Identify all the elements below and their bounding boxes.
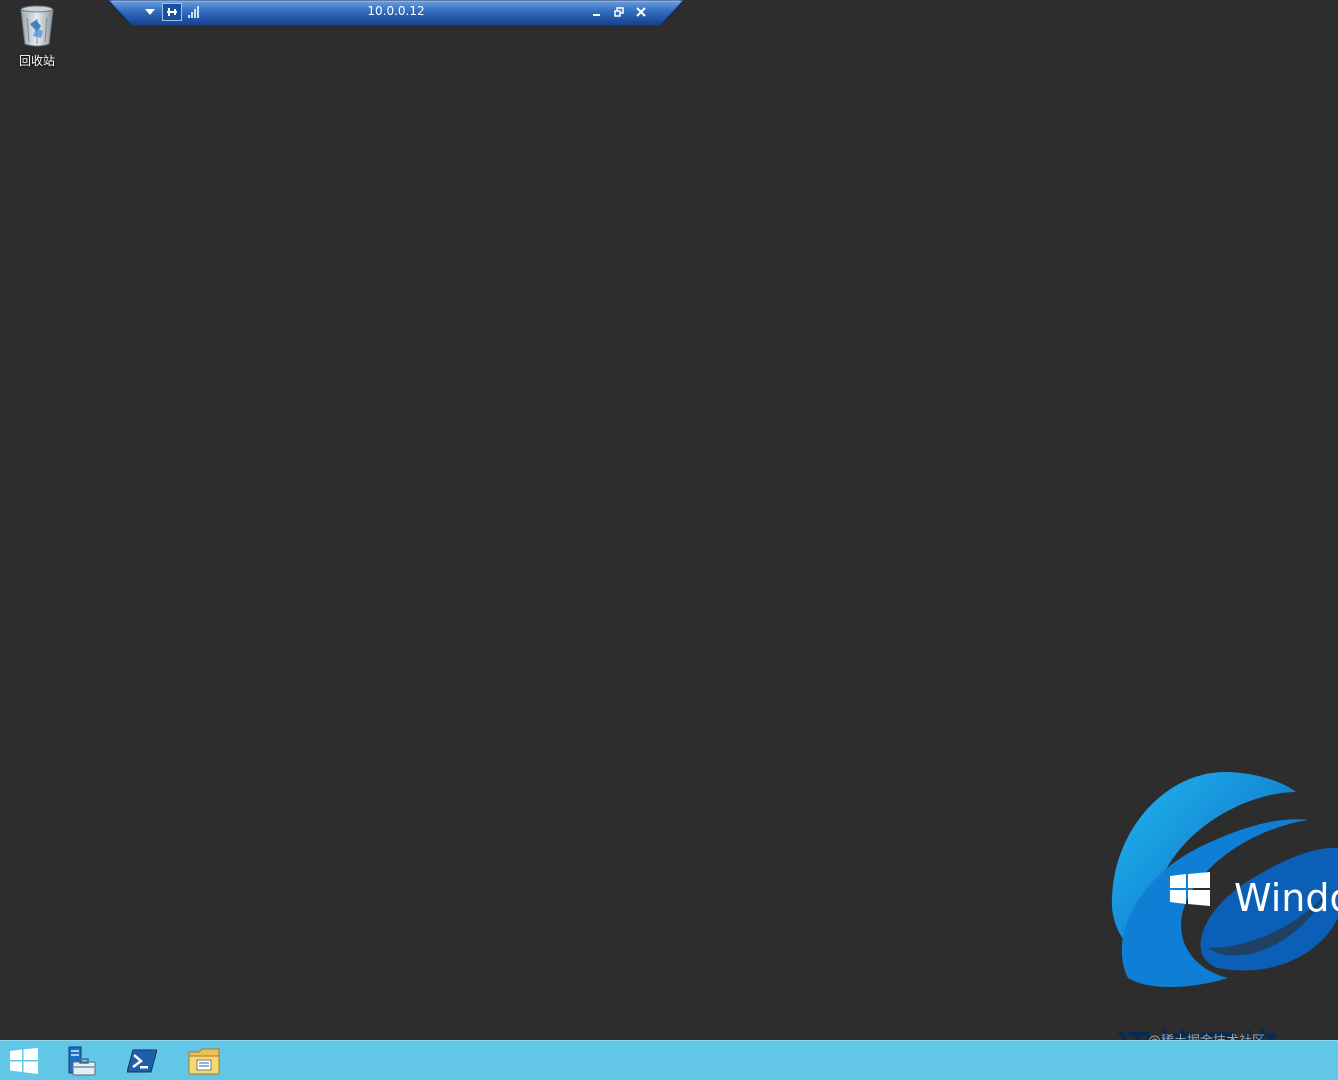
desktop: 回收站 10.0.0.12 Wind xyxy=(0,0,1338,1079)
minimize-icon xyxy=(593,14,600,16)
taskbar xyxy=(0,1040,1338,1080)
connection-quality-indicator[interactable] xyxy=(186,3,202,21)
pin-icon xyxy=(167,8,177,16)
dropdown-arrow-icon xyxy=(145,9,155,15)
taskbar-file-explorer[interactable] xyxy=(180,1042,228,1080)
recycle-bin-icon xyxy=(20,5,54,47)
powershell-icon xyxy=(127,1049,157,1073)
connection-menu-button[interactable] xyxy=(142,3,158,21)
minimize-button[interactable] xyxy=(588,3,606,21)
rdp-host-title: 10.0.0.12 xyxy=(367,4,425,18)
desktop-icon-recycle-bin[interactable]: 回收站 xyxy=(6,4,68,76)
restore-button[interactable] xyxy=(610,3,628,21)
pin-button[interactable] xyxy=(162,3,182,21)
file-explorer-icon xyxy=(188,1048,220,1075)
start-button[interactable] xyxy=(0,1042,48,1080)
rdp-connection-bar: 10.0.0.12 xyxy=(108,0,684,26)
restore-icon xyxy=(614,7,624,17)
windows-logo-text: Windo xyxy=(1234,876,1338,920)
watermark-logo: Windo 迅捷网络 @稀土掘金技术社区 CYBERLINK NETWORK xyxy=(1108,768,1338,1080)
desktop-icon-label: 回收站 xyxy=(18,54,55,68)
taskbar-server-manager[interactable] xyxy=(56,1042,104,1080)
taskbar-powershell[interactable] xyxy=(118,1042,166,1080)
server-manager-icon xyxy=(68,1046,96,1076)
close-button[interactable] xyxy=(632,3,650,21)
signal-strength-icon xyxy=(188,6,199,18)
close-icon xyxy=(636,7,646,17)
cyberlink-logo-icon xyxy=(1111,771,1338,987)
windows-start-icon xyxy=(10,1048,38,1074)
